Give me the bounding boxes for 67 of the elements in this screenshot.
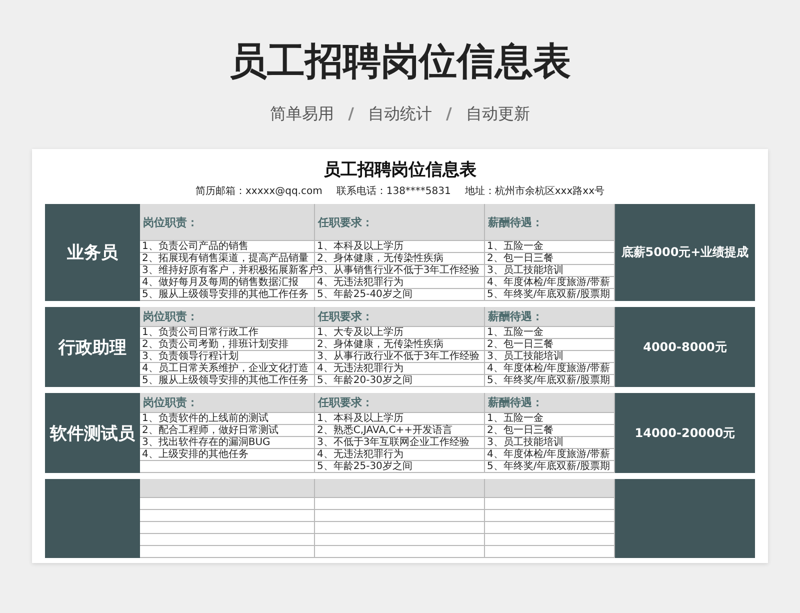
- table-cell: 2、包一日三餐: [485, 339, 615, 351]
- header-cell: 任职要求：: [315, 393, 485, 413]
- header-cell: 任职要求：: [315, 307, 485, 327]
- table-cell: 2、熟悉C,JAVA,C++开发语言: [315, 425, 485, 437]
- table-cell: 2、配合工程师，做好日常测试: [140, 425, 315, 437]
- table-cell: 4、做好每月及每周的销售数据汇报: [140, 277, 315, 289]
- table-cell: 3、员工技能培训: [485, 437, 615, 449]
- contact-text: 联系电话：138****5831: [336, 185, 451, 199]
- table-cell: 5、年龄20-30岁之间: [315, 375, 485, 387]
- page-title: 员工招聘岗位信息表: [229, 38, 571, 84]
- table-cell: 3、员工技能培训: [485, 351, 615, 363]
- table-cell: 4、上级安排的其他任务: [140, 449, 315, 461]
- table-cell: 4、无违法犯罪行为: [315, 449, 485, 461]
- header-cell: 岗位职责：: [140, 393, 315, 413]
- table-cell: 4、员工日常关系维护，企业文化打造: [140, 363, 315, 375]
- table-cell: 4、年度体检/年度旅游/带薪: [485, 277, 615, 289]
- table-cell: 5、年终奖/年底双薪/股票期: [485, 289, 615, 301]
- table-cell: 2、拓展现有销售渠道，提高产品销量: [140, 253, 315, 265]
- feature-text: 自动更新: [466, 104, 530, 125]
- sheet-title: 员工招聘岗位信息表: [324, 159, 476, 181]
- position-cell: 业务员: [45, 204, 140, 301]
- table-cell: 2、身体健康，无传染性疾病: [315, 339, 485, 351]
- contact-text: 简历邮箱：xxxxx@qq.com: [196, 185, 322, 199]
- table-cell: 5、年终奖/年底双薪/股票期: [485, 461, 615, 473]
- salary-cell: 底薪5000元+业绩提成: [615, 204, 755, 301]
- table-cell: 3、找出软件存在的漏洞BUG: [140, 437, 315, 449]
- table-cell: 2、包一日三餐: [485, 425, 615, 437]
- table-cell: 1、本科及以上学历: [315, 241, 485, 253]
- table-cell: 2、身体健康，无传染性疾病: [315, 253, 485, 265]
- table-cell: 1、大专及以上学历: [315, 327, 485, 339]
- table-cell: 1、五险一金: [485, 241, 615, 253]
- table-cell: 4、年度体检/年度旅游/带薪: [485, 363, 615, 375]
- feature-text: 自动统计: [368, 104, 432, 125]
- header-cell: 薪酬待遇：: [485, 393, 615, 413]
- separator-text: /: [348, 104, 354, 125]
- table-cell: 3、员工技能培训: [485, 265, 615, 277]
- table-cell: 4、无违法犯罪行为: [315, 363, 485, 375]
- position-cell: 软件测试员: [45, 393, 140, 473]
- header-cell: 任职要求：: [315, 204, 485, 241]
- header-cell: 薪酬待遇：: [485, 307, 615, 327]
- table-cell: 3、不低于3年互联网企业工作经验: [315, 437, 485, 449]
- salary-cell: 4000-8000元: [615, 307, 755, 387]
- table-cell: 3、从事行政行业不低于3年工作经验: [315, 351, 485, 363]
- table-cell: 1、五险一金: [485, 413, 615, 425]
- feature-text: 简单易用: [270, 104, 334, 125]
- separator-text: /: [446, 104, 452, 125]
- table-cell: 5、年龄25-40岁之间: [315, 289, 485, 301]
- header-cell: 岗位职责：: [140, 307, 315, 327]
- table-cell: 1、负责公司产品的销售: [140, 241, 315, 253]
- header-cell: 薪酬待遇：: [485, 204, 615, 241]
- table-cell: 1、负责软件的上线前的测试: [140, 413, 315, 425]
- table-cell: 4、无违法犯罪行为: [315, 277, 485, 289]
- table-cell: 5、服从上级领导安排的其他工作任务: [140, 375, 315, 387]
- table-cell: 3、负责领导行程计划: [140, 351, 315, 363]
- table-cell: 5、服从上级领导安排的其他工作任务: [140, 289, 315, 301]
- position-cell: 行政助理: [45, 307, 140, 387]
- table-cell: 1、负责公司日常行政工作: [140, 327, 315, 339]
- header-cell: 岗位职责：: [140, 204, 315, 241]
- salary-cell: 14000-20000元: [615, 393, 755, 473]
- table-cell: 5、年终奖/年底双薪/股票期: [485, 375, 615, 387]
- table-cell: 2、负责公司考勤，排班计划安排: [140, 339, 315, 351]
- table-cell: 4、年度体检/年度旅游/带薪: [485, 449, 615, 461]
- contact-text: 地址：杭州市余杭区xxx路xx号: [464, 185, 604, 199]
- table-cell: 1、本科及以上学历: [315, 413, 485, 425]
- table-cell: 2、包一日三餐: [485, 253, 615, 265]
- table-cell: 1、五险一金: [485, 327, 615, 339]
- table-cell: 5、年龄25-30岁之间: [315, 461, 485, 473]
